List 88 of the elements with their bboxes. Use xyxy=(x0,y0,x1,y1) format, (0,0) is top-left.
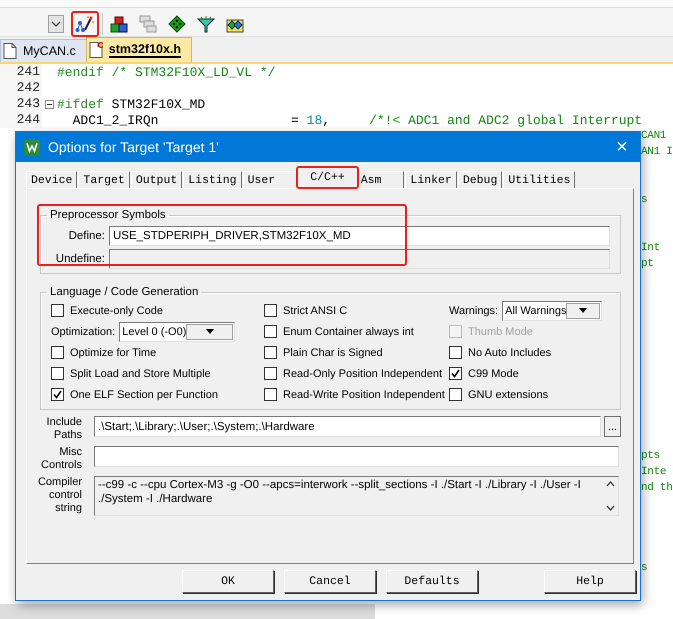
dialog-tab[interactable]: Utilities xyxy=(503,171,576,188)
browse-button[interactable]: ... xyxy=(604,416,621,437)
checkbox-label: Split Load and Store Multiple xyxy=(70,368,211,380)
checkbox[interactable] xyxy=(51,388,64,401)
checkbox[interactable] xyxy=(264,325,277,338)
scroll-up-icon[interactable] xyxy=(606,481,614,487)
stacked-windows-icon xyxy=(139,15,157,33)
code-fragment: AN1 I xyxy=(641,146,673,158)
dropdown[interactable]: Level 0 (-O0) xyxy=(119,322,236,342)
code-fragment: s xyxy=(641,562,648,574)
collapse-icon[interactable] xyxy=(44,100,54,108)
horizontal-scrollbar[interactable] xyxy=(0,604,375,619)
line-number: 241 xyxy=(0,64,42,80)
line-number: 243 xyxy=(0,96,42,112)
checkbox-label: Read-Only Position Independent xyxy=(283,368,442,380)
file-tab[interactable]: stm32f10x.h xyxy=(86,37,192,62)
checkbox[interactable] xyxy=(51,367,64,380)
dialog-title: Options for Target 'Target 1' xyxy=(48,139,220,155)
code-fragment: pt xyxy=(641,258,654,270)
dropdown[interactable]: All Warnings xyxy=(502,300,602,320)
field-label: Define: xyxy=(68,230,105,242)
blocks-icon xyxy=(110,16,128,32)
checkbox-label: Read-Write Position Independent xyxy=(283,388,445,400)
checkbox[interactable] xyxy=(264,304,277,317)
funnel-icon xyxy=(197,16,215,32)
close-button[interactable]: × xyxy=(604,136,640,158)
checkbox[interactable] xyxy=(449,346,462,359)
dialog-tab[interactable]: Listing xyxy=(183,171,242,188)
group-title: Language / Code Generation xyxy=(49,286,200,298)
include-paths-field[interactable]: .\Start;.\Library;.\User;.\System;.\Hardware xyxy=(94,416,601,437)
document-icon xyxy=(88,42,103,58)
checkbox[interactable] xyxy=(264,388,277,401)
dialog-tab[interactable]: C/C++ xyxy=(297,167,358,188)
field-label: Undefine: xyxy=(54,253,105,265)
define-field[interactable]: USE_STDPERIPH_DRIVER,STM32F10X_MD xyxy=(109,226,610,246)
code-line: ADC1_2_IRQn = 18, /*!< ADC1 and ADC2 global Interrupt xyxy=(72,112,642,128)
dialog-tab[interactable]: User xyxy=(242,171,298,188)
dialog-tab[interactable]: Device xyxy=(26,171,78,188)
code-fragment: Int xyxy=(641,242,660,254)
magic-wand-icon xyxy=(75,15,95,33)
checkbox[interactable] xyxy=(449,367,462,380)
dialog-button[interactable]: Cancel xyxy=(284,570,376,593)
checkbox[interactable] xyxy=(449,388,462,401)
compiler-string-text: --c99 -c --cpu Cortex-M3 -g -O0 --apcs=interwork --split_sections -I ./Start -I ./Library -I ./User -I ./System -I ./Hardware xyxy=(97,478,582,507)
checkbox[interactable] xyxy=(264,367,277,380)
misc-controls-field[interactable] xyxy=(94,446,619,467)
dialog-button[interactable]: Help xyxy=(544,570,636,593)
checkbox-label: Enum Container always int xyxy=(283,326,414,338)
checkbox-label: Thumb Mode xyxy=(468,326,533,338)
checkbox-label: Strict ANSI C xyxy=(283,304,348,316)
dotted-diamond-icon xyxy=(168,15,186,33)
checkbox[interactable] xyxy=(51,346,64,359)
field-label: Misc Controls xyxy=(40,446,82,472)
field-label: Compiler control string xyxy=(36,476,82,515)
dropdown-arrow-icon xyxy=(206,329,214,334)
dialog-button[interactable]: OK xyxy=(182,570,274,593)
code-line: #endif /* STM32F10X_LD_VL */ xyxy=(56,64,276,80)
checkbox-label: GNU extensions xyxy=(468,388,548,400)
field-label: Warnings: xyxy=(449,304,498,316)
group-title: Preprocessor Symbols xyxy=(49,209,167,221)
code-fragment: pts xyxy=(641,450,660,462)
checkbox[interactable] xyxy=(51,304,64,317)
code-fragment: Inte xyxy=(641,466,666,478)
checkbox-label: One ELF Section per Function xyxy=(70,388,218,400)
code-fragment: nd th xyxy=(641,482,673,494)
checkbox[interactable] xyxy=(264,346,277,359)
code-fragment: CAN1 xyxy=(641,130,666,142)
app-icon xyxy=(24,139,40,155)
checkbox-label: Execute-only Code xyxy=(70,304,163,316)
code-line: #ifdef STM32F10X_MD xyxy=(56,96,206,112)
line-number: 244 xyxy=(0,112,42,128)
dialog-tab[interactable]: Target xyxy=(78,171,130,188)
line-number: 242 xyxy=(0,80,42,96)
dialog-tab[interactable]: Output xyxy=(130,171,182,188)
dialog-button[interactable]: Defaults xyxy=(386,570,478,593)
checkbox-label: Optimize for Time xyxy=(70,346,156,358)
document-icon xyxy=(3,43,17,59)
field-label: Include Paths xyxy=(46,416,82,442)
dropdown-arrow-icon xyxy=(579,308,588,313)
code-fragment: s xyxy=(641,194,648,206)
file-tab[interactable]: MyCAN.c xyxy=(0,39,87,62)
checkbox-label: Plain Char is Signed xyxy=(283,346,383,358)
dialog-tab[interactable]: Linker xyxy=(405,171,457,188)
checkbox-label: No Auto Includes xyxy=(468,346,552,358)
dialog-tab[interactable]: Debug xyxy=(458,171,502,188)
checkbox-label: C99 Mode xyxy=(468,368,519,380)
field-label: Optimization: xyxy=(51,326,116,338)
scroll-down-icon[interactable] xyxy=(606,505,614,511)
